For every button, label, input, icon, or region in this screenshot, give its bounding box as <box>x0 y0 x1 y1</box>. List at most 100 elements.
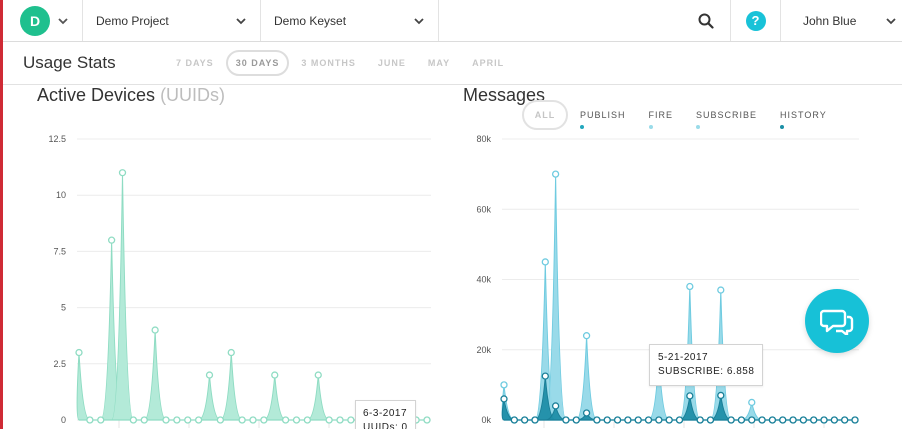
area-spike <box>576 335 598 421</box>
devices-panel-title: Active Devices (UUIDs) <box>37 85 225 106</box>
y-tick-label: 40k <box>476 275 491 285</box>
devices-title-text: Active Devices <box>37 85 156 105</box>
devices-chart: 0 2.5 5 7.5 10 12.5 <box>48 134 431 428</box>
area-spike <box>76 352 91 421</box>
data-point <box>325 416 333 424</box>
data-point <box>541 372 549 380</box>
data-point <box>582 409 591 417</box>
legend-history-dot <box>780 125 785 129</box>
range-tab-may[interactable]: MAY <box>428 58 450 68</box>
data-point <box>820 416 828 424</box>
data-point <box>271 371 279 379</box>
range-tab-april[interactable]: APRIL <box>472 58 504 68</box>
data-point <box>655 416 663 424</box>
y-tick-label: 10 <box>56 190 66 200</box>
page-title: Usage Stats <box>23 53 116 72</box>
search-button[interactable] <box>681 0 731 41</box>
help-button[interactable]: ? <box>731 0 781 41</box>
legend-fire-dot <box>648 125 653 129</box>
data-point <box>686 282 694 291</box>
data-point <box>851 416 859 424</box>
data-point <box>737 416 746 424</box>
chevron-down-icon[interactable] <box>58 16 68 26</box>
area-spike <box>307 374 330 421</box>
range-tab-7-days[interactable]: 7 DAYS <box>176 58 214 68</box>
chevron-down-icon <box>414 17 424 24</box>
data-point <box>531 416 539 424</box>
devices-tooltip-date: 6-3-2017 <box>363 408 408 419</box>
y-tick-label: 80k <box>476 134 491 144</box>
data-point <box>260 416 268 424</box>
data-point <box>216 416 225 424</box>
data-point <box>789 416 797 424</box>
legend-publish[interactable]: PUBLISH <box>580 110 626 130</box>
devices-title-suffix: (UUIDs) <box>160 85 226 105</box>
data-point <box>347 416 355 424</box>
data-point <box>634 416 642 424</box>
data-point <box>686 392 694 400</box>
data-point <box>292 416 301 424</box>
legend-publish-dot <box>580 125 584 129</box>
legend-fire-label: FIRE <box>648 110 674 120</box>
legend-publish-label: PUBLISH <box>580 110 626 120</box>
range-tab-3-months[interactable]: 3 MONTHS <box>301 58 356 68</box>
legend-subscribe-label: SUBSCRIBE <box>696 110 758 120</box>
data-point <box>541 258 549 266</box>
messages-tooltip-value: SUBSCRIBE: 6.858 <box>658 366 755 377</box>
y-tick-label: 0k <box>481 415 491 425</box>
range-tab-30-days[interactable]: 30 DAYS <box>225 50 290 76</box>
account-avatar[interactable]: D <box>20 5 50 36</box>
keyset-select-label: Demo Keyset <box>274 13 347 28</box>
legend-history[interactable]: HISTORY <box>780 110 827 130</box>
range-tab-june[interactable]: JUNE <box>378 58 406 68</box>
data-point <box>86 416 94 424</box>
chat-bubbles-icon <box>820 309 854 335</box>
data-point <box>205 371 214 379</box>
y-tick-label: 12.5 <box>48 134 66 144</box>
data-point <box>613 416 622 424</box>
data-point <box>706 416 715 424</box>
data-point <box>151 326 159 334</box>
messages-legend: ALL PUBLISH FIRE SUBSCRIBE HISTORY <box>522 100 850 130</box>
data-point <box>717 286 725 294</box>
legend-fire[interactable]: FIRE <box>648 110 674 130</box>
legend-subscribe[interactable]: SUBSCRIBE <box>696 110 757 130</box>
data-point <box>173 416 181 424</box>
data-point <box>281 416 290 424</box>
y-tick-label: 0 <box>61 415 66 425</box>
devices-tooltip: 6-3-2017 UUIDs: 0 <box>355 400 416 429</box>
y-tick-label: 5 <box>61 303 66 313</box>
messages-tooltip-date: 5-21-2017 <box>658 352 709 363</box>
legend-all-button[interactable]: ALL <box>522 100 568 130</box>
data-point <box>194 416 203 424</box>
project-select[interactable]: Demo Project <box>83 0 261 41</box>
data-point <box>184 416 192 424</box>
data-point <box>675 416 684 424</box>
data-point <box>572 416 580 424</box>
data-point <box>748 398 756 407</box>
data-point <box>500 395 508 403</box>
data-point <box>644 416 653 424</box>
data-point <box>249 416 257 424</box>
chevron-down-icon <box>236 17 246 24</box>
data-point <box>799 416 808 424</box>
y-tick-label: 60k <box>476 204 491 214</box>
account-menu[interactable]: D <box>3 0 83 41</box>
data-point <box>727 416 735 424</box>
data-point <box>696 416 704 424</box>
chat-button[interactable] <box>805 289 869 353</box>
chevron-down-icon <box>886 17 896 24</box>
data-point <box>500 381 508 389</box>
keyset-select[interactable]: Demo Keyset <box>261 0 439 41</box>
help-icon: ? <box>745 10 766 31</box>
data-point <box>520 416 529 424</box>
project-select-label: Demo Project <box>96 13 169 28</box>
sub-bar: Usage Stats 7 DAYS 30 DAYS 3 MONTHS JUNE… <box>3 42 902 85</box>
devices-tooltip-value: UUIDs: 0 <box>363 422 408 429</box>
user-menu[interactable]: John Blue <box>781 0 902 41</box>
data-point <box>841 416 849 424</box>
data-point <box>562 416 570 424</box>
data-point <box>162 416 170 424</box>
data-point <box>593 416 601 424</box>
